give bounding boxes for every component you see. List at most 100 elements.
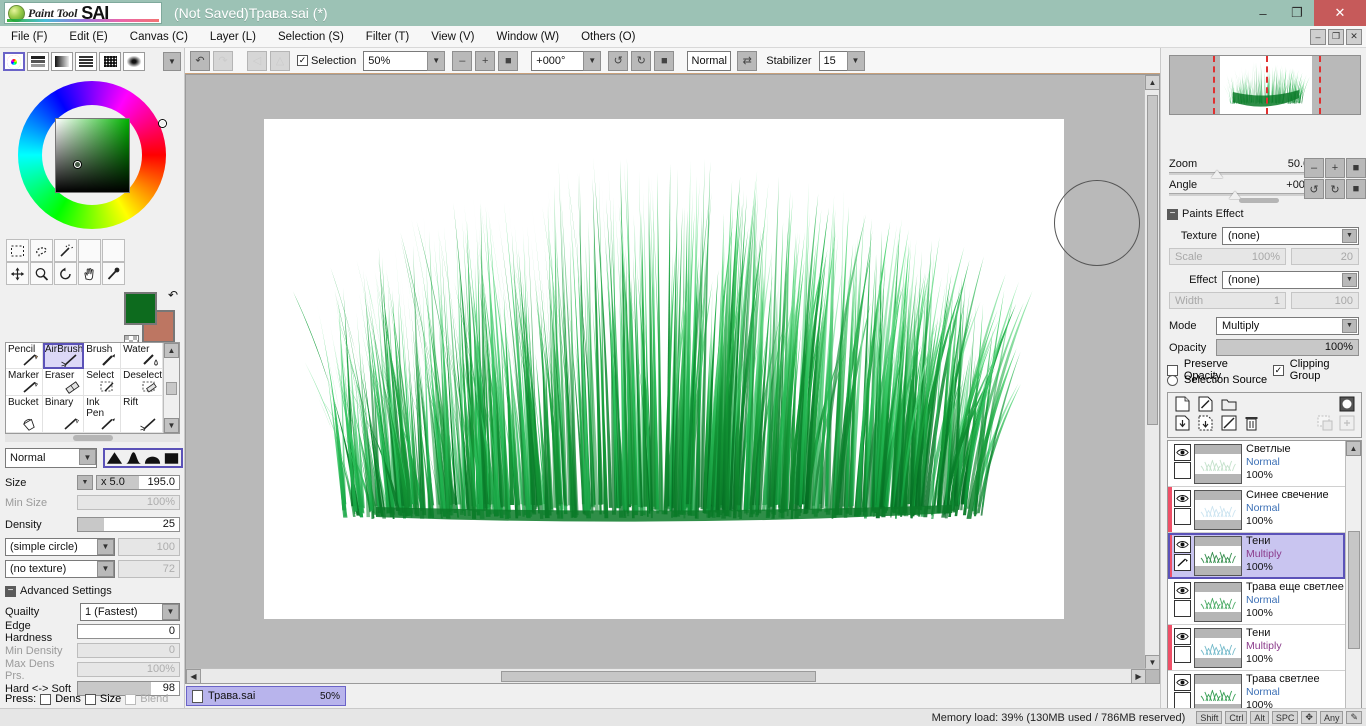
size-options-chevron-down-icon[interactable]: ▼ [77, 475, 93, 490]
brush-blend-chevron-down-icon[interactable]: ▼ [79, 449, 96, 465]
mode-chevron-down-icon[interactable]: ▼ [1342, 318, 1357, 333]
mode-combo[interactable]: Multiply ▼ [1216, 316, 1359, 335]
layer-list-scrollbar[interactable]: ▲ ▼ [1345, 441, 1361, 726]
scratchpad-tab[interactable] [123, 52, 145, 71]
effect-combo[interactable]: (none) ▼ [1222, 270, 1359, 289]
brush-list-scrollbar[interactable]: ▲ ▼ [163, 343, 179, 433]
navigator-rotate-ccw-button[interactable]: ↺ [1304, 179, 1324, 199]
brush-water[interactable]: Water [121, 343, 163, 370]
shape-triangle-icon[interactable] [105, 450, 124, 466]
zoom-chevron-down-icon[interactable]: ▼ [427, 50, 446, 71]
brush-shape-amount[interactable]: 100 [118, 537, 180, 556]
zoom-in-button[interactable]: + [475, 50, 496, 71]
stabilizer-chevron-down-icon[interactable]: ▼ [846, 50, 865, 71]
canvas-horizontal-scrollbar[interactable]: ◀ ▶ [186, 668, 1146, 684]
texture-chevron-down-icon[interactable]: ▼ [1342, 228, 1357, 243]
merge-down-icon[interactable] [1174, 414, 1191, 431]
navigator-zoom-out-button[interactable]: – [1304, 158, 1324, 178]
canvas-document[interactable] [264, 119, 1064, 619]
selection-toggle[interactable]: ✓ Selection [297, 55, 356, 67]
shape-dome-icon[interactable] [143, 450, 162, 466]
shape-square-icon[interactable] [162, 450, 181, 466]
effect-chevron-down-icon[interactable]: ▼ [1342, 272, 1357, 287]
angle-value[interactable]: +000° [531, 50, 584, 71]
layer-selection-toggle[interactable] [1174, 554, 1191, 571]
size-slider[interactable]: x 5.0 195.0 [96, 475, 180, 490]
menu-edit[interactable]: Edit (E) [58, 29, 118, 45]
canvas-scroll-down-button[interactable]: ▼ [1145, 655, 1160, 670]
min-density-slider[interactable]: 0 [77, 643, 180, 658]
transfer-down-icon[interactable] [1316, 414, 1333, 431]
brush-bucket[interactable]: Bucket [6, 395, 43, 433]
max-dens-slider[interactable]: 100% [77, 662, 180, 677]
rect-select-tool[interactable] [6, 239, 29, 262]
edge-hardness-slider[interactable]: 0 [77, 624, 180, 639]
add-mask-icon[interactable] [1338, 414, 1355, 431]
saturation-value-square[interactable] [54, 118, 130, 193]
new-linework-layer-icon[interactable] [1197, 395, 1214, 412]
brush-texture-combo[interactable]: (no texture) ▼ [5, 559, 115, 578]
layer-row[interactable]: ТениMultiply100% [1168, 533, 1345, 579]
undo-button[interactable]: ↶ [190, 50, 210, 71]
move-tool[interactable] [6, 262, 29, 285]
stabilizer-value[interactable]: 15 [818, 50, 847, 71]
layer-list[interactable]: Светлые Normal 100% Синее свечение Normal 100… [1167, 440, 1362, 726]
brush-texture-amount[interactable]: 72 [118, 559, 180, 578]
layer-selection-toggle[interactable] [1174, 692, 1191, 709]
layer-visibility-toggle[interactable] [1174, 582, 1191, 599]
layer-visibility-toggle[interactable] [1174, 674, 1191, 691]
brush-deselect[interactable]: Deselect [121, 369, 163, 396]
merge-clipping-icon[interactable] [1197, 414, 1214, 431]
navigator-zoom-in-button[interactable]: + [1325, 158, 1345, 178]
collapse-minus-icon[interactable]: − [5, 585, 16, 597]
brush-texture-chevron-down-icon[interactable]: ▼ [97, 560, 114, 577]
brush-list-hscroll[interactable] [5, 434, 180, 442]
lasso-tool[interactable] [30, 239, 53, 262]
brush-scroll-thumb[interactable] [166, 381, 177, 395]
stabilizer-combo[interactable]: 15 ▼ [818, 50, 865, 71]
view-mode-field[interactable]: Normal [687, 50, 732, 71]
navigator-zoom-reset-button[interactable]: ■ [1346, 158, 1366, 178]
menu-layer[interactable]: Layer (L) [199, 29, 267, 45]
menu-filter[interactable]: Filter (T) [355, 29, 420, 45]
canvas-hscroll-thumb[interactable] [501, 671, 816, 682]
menu-selection[interactable]: Selection (S) [267, 29, 355, 45]
menu-window[interactable]: Window (W) [485, 29, 570, 45]
brush-brush[interactable]: Brush [84, 343, 122, 370]
navigator-rotate-reset-button[interactable]: ■ [1346, 179, 1366, 199]
blank-tool-slot-2[interactable] [102, 239, 125, 262]
texture-combo[interactable]: (none) ▼ [1222, 226, 1359, 245]
zoom-out-button[interactable]: – [452, 50, 473, 71]
brush-eraser[interactable]: Eraser [42, 369, 85, 396]
rgb-slider-tab[interactable] [27, 52, 49, 71]
brush-pencil[interactable]: Pencil [6, 343, 43, 370]
menu-view[interactable]: View (V) [420, 29, 485, 45]
brush-ink-pen[interactable]: Ink Pen [84, 395, 122, 433]
canvas-viewport[interactable]: ▲ ▼ ◀ ▶ [185, 74, 1160, 684]
navigator-hscroll-thumb[interactable] [1239, 198, 1279, 203]
brush-hscroll-thumb[interactable] [72, 435, 113, 441]
document-tab[interactable]: Трава.sai 50% [186, 686, 346, 706]
new-layer-icon[interactable] [1174, 395, 1191, 412]
layer-scroll-thumb[interactable] [1347, 531, 1360, 649]
paints-effect-header[interactable]: − Paints Effect [1167, 208, 1244, 220]
layer-row[interactable]: Синее свечение Normal 100% [1168, 487, 1345, 533]
brush-blend-mode-combo[interactable]: Normal ▼ [5, 448, 97, 468]
navigator-angle-track[interactable] [1169, 193, 1319, 196]
menu-others[interactable]: Others (O) [570, 29, 646, 45]
press-dens-checkbox[interactable] [40, 693, 52, 705]
minimize-button[interactable]: – [1246, 0, 1280, 26]
brush-marker[interactable]: Marker [6, 369, 43, 396]
layer-selection-toggle[interactable] [1174, 600, 1191, 617]
navigator-zoom-knob[interactable] [1211, 170, 1223, 178]
new-folder-icon[interactable] [1220, 395, 1237, 412]
blank-tool-slot-1[interactable] [78, 239, 101, 262]
palette-options-chevron-down-icon[interactable]: ▼ [163, 52, 181, 71]
zoom-value[interactable]: 50% [363, 50, 428, 71]
brush-scroll-up-button[interactable]: ▲ [164, 343, 179, 358]
swatch-grid-tab[interactable] [99, 52, 121, 71]
press-blend-checkbox[interactable] [125, 693, 137, 705]
rotate-tool[interactable] [54, 262, 77, 285]
selection-source-radio[interactable] [1167, 374, 1178, 386]
layer-selection-toggle[interactable] [1174, 646, 1191, 663]
